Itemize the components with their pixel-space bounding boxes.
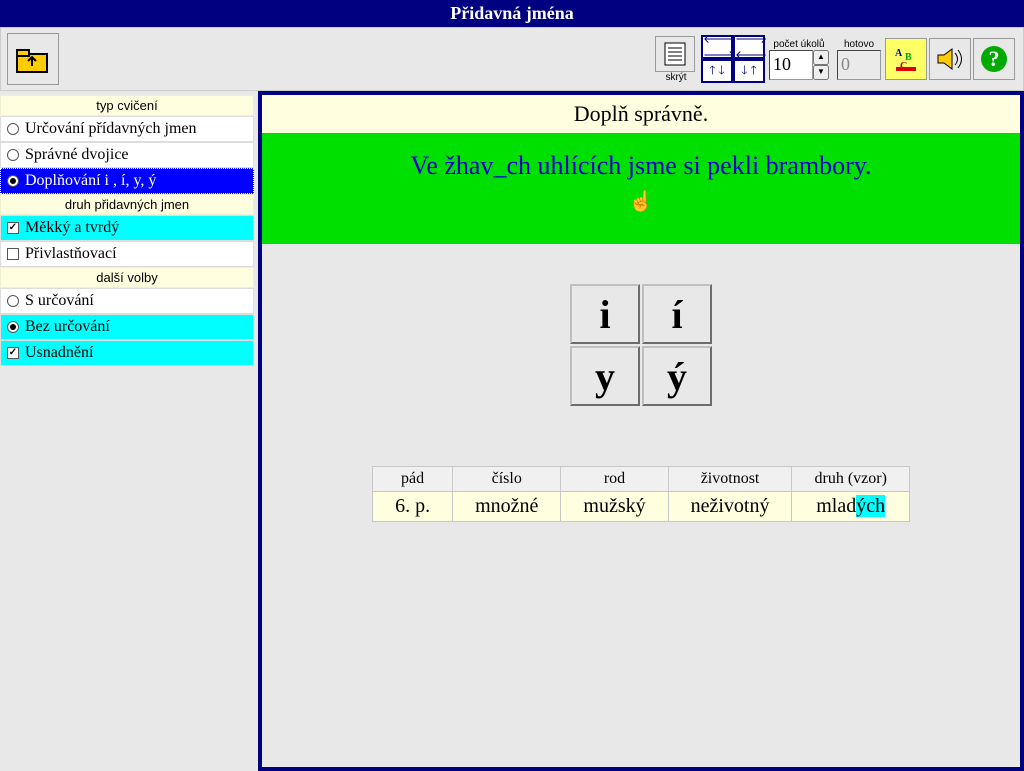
sidebar-item[interactable]: Určování přídavných jmen — [0, 116, 254, 142]
done-label: hotovo — [844, 39, 874, 50]
hide-label: skrýt — [665, 72, 686, 83]
hide-button-group: skrýt — [655, 36, 697, 83]
task-count-up[interactable]: ▲ — [813, 50, 829, 65]
sidebar-item-label: Doplňování i , í, y, ý — [25, 172, 156, 190]
task-count-down[interactable]: ▼ — [813, 65, 829, 80]
th-zivotnost: životnost — [668, 467, 792, 492]
help-button[interactable]: ? — [973, 38, 1015, 80]
letter-y-acute-button[interactable]: ý — [642, 346, 712, 406]
radio-icon — [7, 321, 19, 333]
letter-y-button[interactable]: y — [570, 346, 640, 406]
letter-i-acute-button[interactable]: í — [642, 284, 712, 344]
sidebar-header-3: další volby — [0, 267, 254, 288]
task-count-input[interactable] — [769, 50, 813, 80]
sidebar-item[interactable]: Usnadnění — [0, 340, 254, 366]
arrows-h-in[interactable]: 🡒 🡐 — [733, 35, 765, 59]
main-panel: Doplň správně. Ve žhav_ch uhlících jsme … — [258, 91, 1024, 771]
sidebar-header-1: typ cvičení — [0, 95, 254, 116]
check-icon — [7, 347, 19, 359]
done-count-group: hotovo — [837, 39, 881, 80]
radio-icon — [7, 175, 19, 187]
sidebar-item[interactable]: Doplňování i , í, y, ý — [0, 168, 254, 194]
toolbar: skrýt 🡐 🡒 🡑 🡓 🡒 🡐 🡓 🡑 počet úkolů ▲ ▼ ho… — [0, 27, 1024, 91]
pointer-icon: ☝ — [629, 189, 654, 214]
done-count-display — [837, 50, 881, 80]
sentence-box: Ve žhav_ch uhlících jsme si pekli brambo… — [262, 133, 1020, 244]
sound-button[interactable] — [929, 38, 971, 80]
sidebar-item-label: Usnadnění — [25, 344, 93, 362]
th-druh: druh (vzor) — [792, 467, 909, 492]
th-pad: pád — [373, 467, 453, 492]
sidebar-item[interactable]: Měkký a tvrdý — [0, 215, 254, 241]
td-druh: mladých — [792, 492, 909, 522]
sidebar-item-label: Určování přídavných jmen — [25, 120, 197, 138]
sentence: Ve žhav_ch uhlících jsme si pekli brambo… — [410, 151, 871, 180]
th-rod: rod — [561, 467, 668, 492]
letter-grid: i í y ý — [570, 284, 712, 406]
blank-slot[interactable]: _ — [493, 151, 506, 180]
check-icon — [7, 222, 19, 234]
instruction-text: Doplň správně. — [262, 95, 1020, 133]
sidebar-header-2: druh přidavných jmen — [0, 194, 254, 215]
sidebar-item-label: S určování — [25, 292, 94, 310]
title-bar: Přidavná jména — [0, 0, 1024, 27]
grammar-table: pád číslo rod životnost druh (vzor) 6. p… — [372, 466, 910, 522]
task-count-group: počet úkolů ▲ ▼ — [769, 39, 829, 80]
highlight-suffix: ých — [856, 495, 885, 517]
sidebar-item[interactable]: Přivlastňovací — [0, 241, 254, 267]
abc-button[interactable]: ABC — [885, 38, 927, 80]
td-cislo: množné — [453, 492, 561, 522]
radio-icon — [7, 123, 19, 135]
td-rod: mužský — [561, 492, 668, 522]
sidebar-item-label: Správné dvojice — [25, 146, 129, 164]
radio-icon — [7, 295, 19, 307]
expand-arrows-1: 🡐 🡒 🡑 🡓 — [701, 35, 733, 83]
check-icon — [7, 248, 19, 260]
folder-up-button[interactable] — [7, 33, 59, 85]
svg-text:A: A — [895, 48, 903, 59]
radio-icon — [7, 149, 19, 161]
td-zivotnost: neživotný — [668, 492, 792, 522]
sidebar: typ cvičení Určování přídavných jmen Sprá… — [0, 91, 258, 771]
td-pad: 6. p. — [373, 492, 453, 522]
svg-text:?: ? — [989, 46, 1000, 71]
hide-button[interactable] — [655, 36, 695, 72]
sidebar-item[interactable]: Správné dvojice — [0, 142, 254, 168]
sidebar-item[interactable]: Bez určování — [0, 314, 254, 340]
arrows-v-in[interactable]: 🡓 🡑 — [733, 59, 765, 83]
app-title: Přidavná jména — [450, 3, 574, 23]
sidebar-item-label: Měkký a tvrdý — [25, 219, 119, 237]
expand-arrows-2: 🡒 🡐 🡓 🡑 — [733, 35, 765, 83]
sidebar-item-label: Přivlastňovací — [25, 245, 117, 263]
arrows-h-out[interactable]: 🡐 🡒 — [701, 35, 733, 59]
arrows-v-out[interactable]: 🡑 🡓 — [701, 59, 733, 83]
th-cislo: číslo — [453, 467, 561, 492]
sidebar-item-label: Bez určování — [25, 318, 110, 336]
task-count-label: počet úkolů — [773, 39, 824, 50]
letter-i-button[interactable]: i — [570, 284, 640, 344]
sidebar-item[interactable]: S určování — [0, 288, 254, 314]
